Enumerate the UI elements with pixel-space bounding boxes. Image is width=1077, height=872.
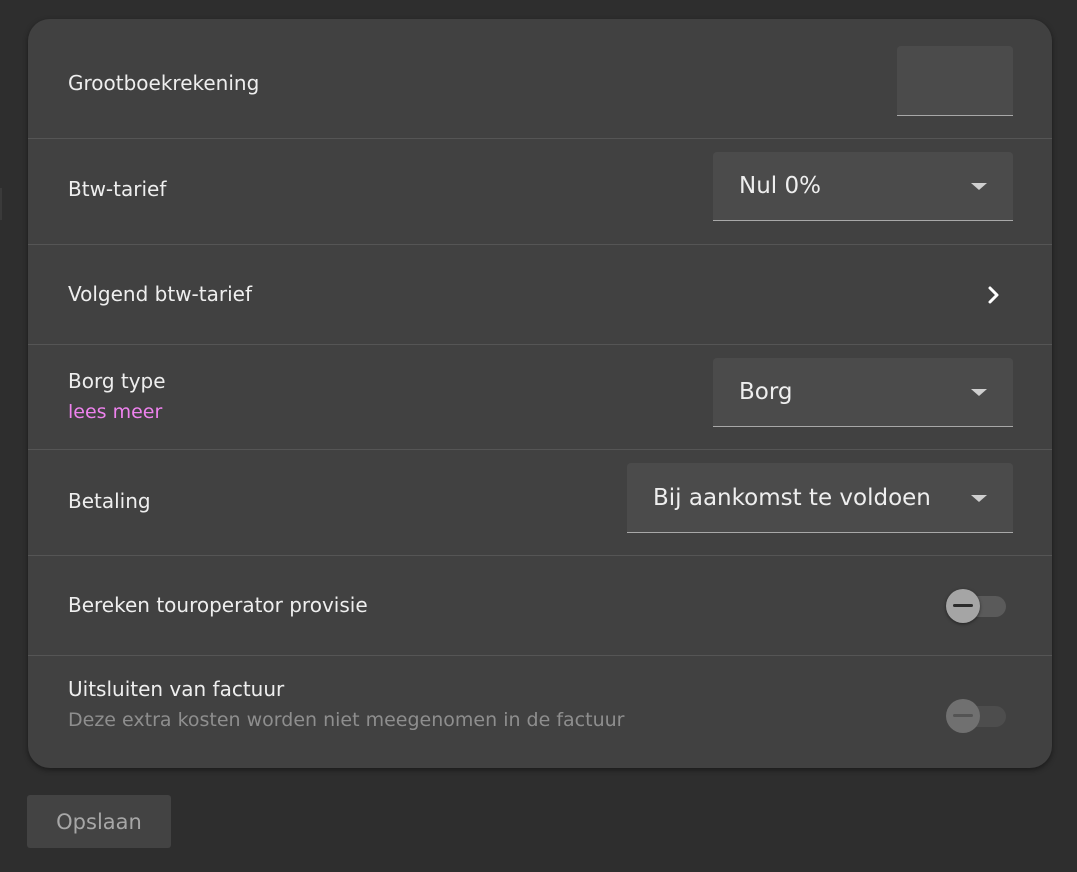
extra-cost-settings-card: Grootboekrekening Btw-tarief Nul 0% Volg… — [28, 19, 1052, 768]
next-vat-rate-row[interactable]: Volgend btw-tarief — [28, 245, 1052, 345]
payment-label: Betaling — [68, 489, 151, 513]
commission-toggle[interactable] — [946, 588, 1006, 624]
deposit-type-select[interactable]: Borg — [713, 358, 1013, 427]
dropdown-arrow-icon — [971, 494, 987, 502]
deposit-type-row: Borg type lees meer Borg — [28, 345, 1052, 450]
commission-row: Bereken touroperator provisie — [28, 556, 1052, 656]
chevron-right-icon[interactable] — [984, 285, 1004, 305]
commission-label: Bereken touroperator provisie — [68, 593, 368, 617]
deposit-type-label: Borg type — [68, 369, 166, 393]
next-vat-rate-label: Volgend btw-tarief — [68, 282, 252, 306]
read-more-link[interactable]: lees meer — [68, 401, 162, 423]
ledger-row: Grootboekrekening — [28, 19, 1052, 139]
toggle-thumb — [946, 699, 980, 733]
deposit-type-value: Borg — [739, 379, 793, 405]
vat-rate-label: Btw-tarief — [68, 177, 167, 201]
side-panel-edge — [0, 188, 2, 220]
vat-rate-select[interactable]: Nul 0% — [713, 152, 1013, 221]
payment-row: Betaling Bij aankomst te voldoen — [28, 450, 1052, 556]
exclude-invoice-toggle[interactable] — [946, 698, 1006, 734]
dropdown-arrow-icon — [971, 183, 987, 190]
vat-rate-row: Btw-tarief Nul 0% — [28, 139, 1052, 245]
exclude-invoice-hint: Deze extra kosten worden niet meegenomen… — [68, 709, 625, 731]
vat-rate-value: Nul 0% — [739, 173, 821, 199]
exclude-invoice-row: Uitsluiten van factuur Deze extra kosten… — [28, 656, 1052, 768]
dropdown-arrow-icon — [971, 389, 987, 396]
ledger-input[interactable] — [897, 46, 1013, 116]
save-button[interactable]: Opslaan — [27, 795, 171, 848]
ledger-label: Grootboekrekening — [68, 71, 260, 95]
payment-select[interactable]: Bij aankomst te voldoen — [627, 463, 1013, 533]
exclude-invoice-label: Uitsluiten van factuur — [68, 677, 285, 701]
payment-value: Bij aankomst te voldoen — [653, 484, 931, 511]
toggle-thumb — [946, 588, 980, 623]
